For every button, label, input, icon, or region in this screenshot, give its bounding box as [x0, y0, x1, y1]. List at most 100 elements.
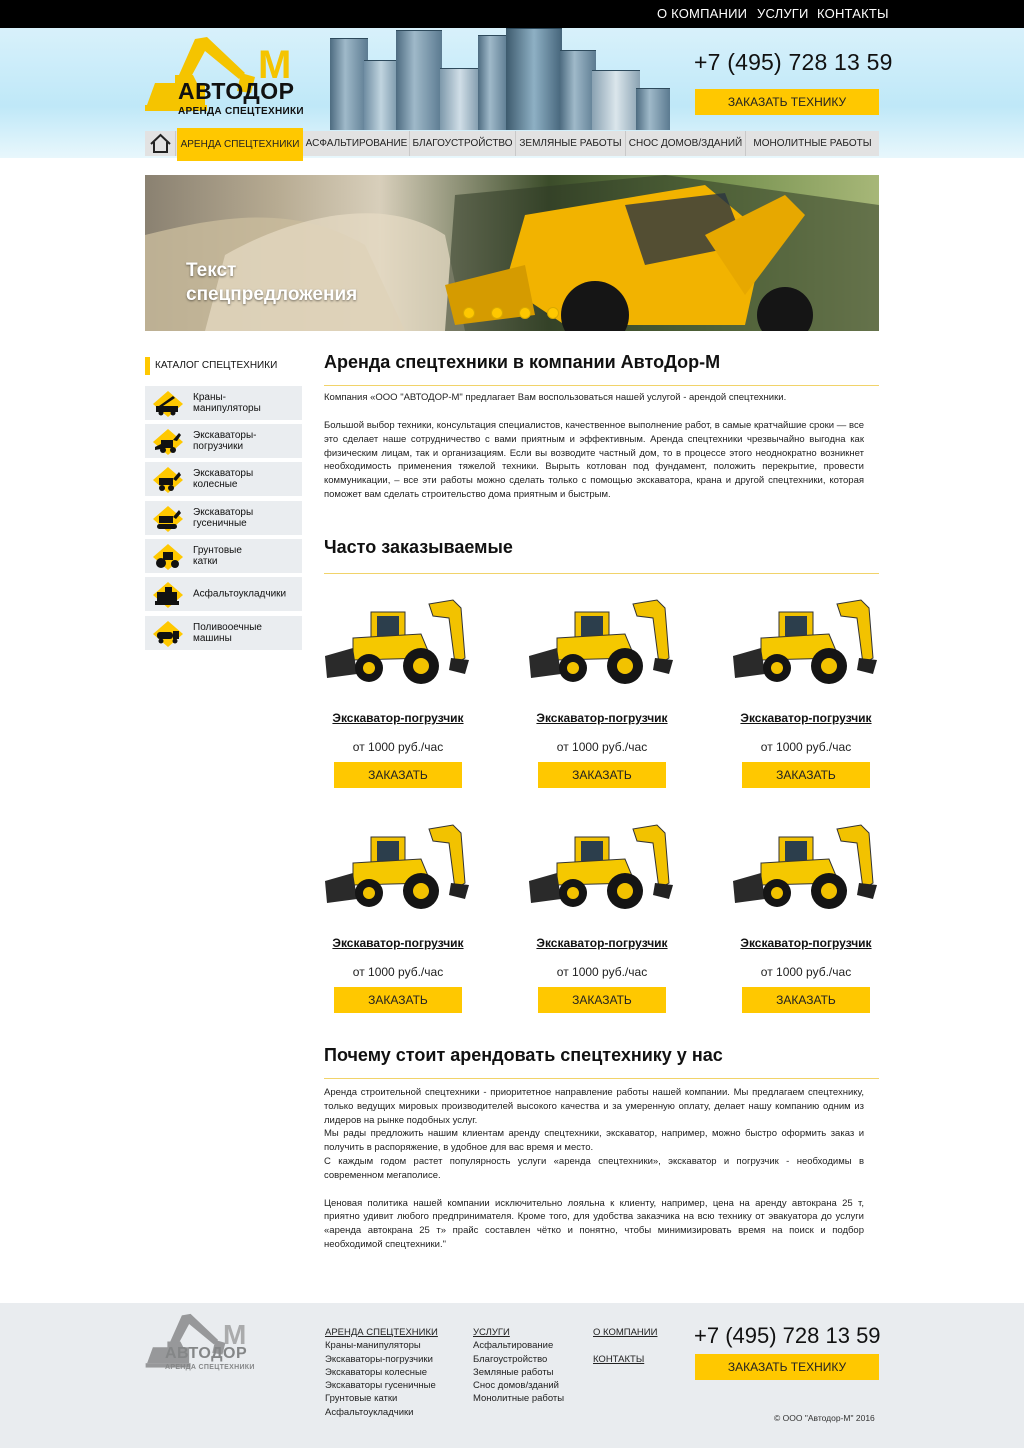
catalog-item-line-2: машины: [193, 633, 232, 644]
footer-rental-link[interactable]: Экскаваторы колесные: [325, 1366, 438, 1379]
catalog-item-line-1: Экскаваторы-: [193, 430, 257, 441]
product-card: Экскаватор-погрузчик от 1000 руб./час ЗАКА…: [318, 598, 478, 798]
footer-rental-link[interactable]: Грунтовые катки: [325, 1392, 438, 1405]
catalog-item[interactable]: Экскаваторы колесные: [145, 462, 302, 498]
popular-title: Часто заказываемые: [324, 537, 513, 557]
product-name-link[interactable]: Экскаватор-погрузчик: [726, 711, 886, 725]
catalog-item[interactable]: Грунтовые катки: [145, 539, 302, 575]
header-phone[interactable]: +7 (495) 728 13 59: [694, 49, 893, 76]
backhoe-loader-image: [325, 824, 469, 909]
catalog-item-line-1: Асфальтоукладчики: [193, 588, 287, 600]
popular-divider: [324, 573, 879, 574]
hero-promo-text: Текст спецпредложения: [186, 259, 357, 307]
catalog-item[interactable]: Поливооечные машины: [145, 616, 302, 652]
slider-dot-4[interactable]: [547, 307, 559, 319]
footer-services-title[interactable]: УСЛУГИ: [473, 1327, 510, 1338]
tracked-excavator-icon: [153, 506, 183, 532]
asphalt-paver-icon: [153, 582, 183, 608]
product-price: от 1000 руб./час: [352, 740, 444, 754]
footer-contacts-link[interactable]: КОНТАКТЫ: [593, 1353, 657, 1366]
topnav-about-link[interactable]: О КОМПАНИИ: [657, 6, 747, 21]
catalog-item-line-2: погрузчики: [193, 441, 244, 452]
footer-rental-title[interactable]: АРЕНДА СПЕЦТЕХНИКИ: [325, 1327, 438, 1338]
catalog-item-label: Краны-манипуляторы: [193, 392, 261, 414]
order-button[interactable]: ЗАКАЗАТЬ: [538, 762, 666, 788]
topnav-contacts-link[interactable]: КОНТАКТЫ: [817, 6, 889, 21]
footer-rental-link[interactable]: Экскаваторы гусеничные: [325, 1379, 438, 1392]
catalog-item-label: Асфальтоукладчики: [193, 589, 286, 600]
footer-logo[interactable]: АВТОДОР М АРЕНДА СПЕЦТЕХНИКИ: [145, 1311, 255, 1375]
footer-rental-link[interactable]: Асфальтоукладчики: [325, 1406, 438, 1419]
catalog-item[interactable]: Асфальтоукладчики: [145, 577, 302, 613]
footer-phone[interactable]: +7 (495) 728 13 59: [694, 1323, 881, 1349]
order-button[interactable]: ЗАКАЗАТЬ: [538, 987, 666, 1013]
order-button[interactable]: ЗАКАЗАТЬ: [742, 987, 870, 1013]
product-name-link[interactable]: Экскаватор-погрузчик: [522, 936, 682, 950]
product-price: от 1000 руб./час: [556, 740, 648, 754]
slider-dot-3[interactable]: [519, 307, 531, 319]
product-name-link[interactable]: Экскаватор-погрузчик: [522, 711, 682, 725]
menu-item-rental[interactable]: АРЕНДА СПЕЦТЕХНИКИ: [177, 128, 303, 161]
catalog-item-label: Поливооечные машины: [193, 622, 262, 644]
catalog-item-line-2: колесные: [193, 479, 238, 490]
order-button[interactable]: ЗАКАЗАТЬ: [742, 762, 870, 788]
order-button[interactable]: ЗАКАЗАТЬ: [334, 762, 462, 788]
footer-logo-subtitle: АРЕНДА СПЕЦТЕХНИКИ: [165, 1364, 255, 1371]
menu-item-monolithic[interactable]: МОНОЛИТНЫЕ РАБОТЫ: [746, 131, 879, 156]
backhoe-loader-image: [733, 599, 877, 684]
catalog-item-line-1: Краны-: [193, 392, 226, 403]
city-skyline-image: [330, 28, 670, 130]
footer-col-rental: АРЕНДА СПЕЦТЕХНИКИ Краны-манипуляторы Экс…: [325, 1326, 438, 1419]
backhoe-loader-image: [733, 824, 877, 909]
menu-item-landscaping[interactable]: БЛАГОУСТРОЙСТВО: [410, 131, 516, 156]
slider-dot-1[interactable]: [463, 307, 475, 319]
catalog-item-label: Экскаваторы-погрузчики: [193, 430, 256, 452]
footer-service-link[interactable]: Асфальтирование: [473, 1339, 564, 1352]
menu-item-asphalt[interactable]: АСФАЛЬТИРОВАНИЕ: [304, 131, 410, 156]
body-paragraph: Большой выбор техники, консультация спец…: [324, 420, 864, 500]
catalog-item[interactable]: Экскаваторы гусеничные: [145, 501, 302, 537]
topnav-services-link[interactable]: УСЛУГИ: [757, 6, 809, 21]
footer: АВТОДОР М АРЕНДА СПЕЦТЕХНИКИ АРЕНДА СПЕЦ…: [0, 1303, 1024, 1448]
why-text: Аренда строительной спецтехники - приори…: [324, 1086, 864, 1252]
catalog-item[interactable]: Краны-манипуляторы: [145, 386, 302, 422]
watering-truck-icon: [153, 621, 183, 647]
logo[interactable]: АВТОДОР М АРЕНДА СПЕЦТЕХНИКИ: [145, 33, 305, 121]
logo-letter-m: М: [258, 43, 292, 87]
product-price: от 1000 руб./час: [352, 965, 444, 979]
catalog-title: КАТАЛОГ СПЕЦТЕХНИКИ: [145, 357, 302, 375]
footer-order-button[interactable]: ЗАКАЗАТЬ ТЕХНИКУ: [695, 1354, 879, 1380]
menu-item-earthworks[interactable]: ЗЕМЛЯНЫЕ РАБОТЫ: [516, 131, 626, 156]
slider-dot-2[interactable]: [491, 307, 503, 319]
menu-item-demolition[interactable]: СНОС ДОМОВ/ЗДАНИЙ: [626, 131, 746, 156]
catalog-item-label: Экскаваторы гусеничные: [193, 507, 253, 529]
footer-rental-link[interactable]: Экскаваторы-погрузчики: [325, 1353, 438, 1366]
footer-service-link[interactable]: Монолитные работы: [473, 1392, 564, 1405]
footer-service-link[interactable]: Земляные работы: [473, 1366, 564, 1379]
footer-logo-letter: М: [223, 1319, 247, 1350]
main-menu: АРЕНДА СПЕЦТЕХНИКИ АСФАЛЬТИРОВАНИЕ БЛАГО…: [145, 128, 879, 161]
crane-truck-icon: [153, 391, 183, 417]
product-name-link[interactable]: Экскаватор-погрузчик: [318, 711, 478, 725]
catalog-item-line-2: манипуляторы: [193, 403, 261, 414]
footer-rental-link[interactable]: Краны-манипуляторы: [325, 1339, 438, 1352]
top-bar: О КОМПАНИИ УСЛУГИ КОНТАКТЫ: [0, 0, 1024, 28]
product-name-link[interactable]: Экскаватор-погрузчик: [318, 936, 478, 950]
order-button[interactable]: ЗАКАЗАТЬ: [334, 987, 462, 1013]
product-card: Экскаватор-погрузчик от 1000 руб./час ЗАКА…: [726, 598, 886, 798]
home-button[interactable]: [145, 131, 176, 156]
order-equipment-button[interactable]: ЗАКАЗАТЬ ТЕХНИКУ: [695, 89, 879, 115]
footer-about-link[interactable]: О КОМПАНИИ: [593, 1326, 657, 1339]
catalog-item-line-2: гусеничные: [193, 518, 247, 529]
hero-line-1: Текст: [186, 260, 237, 281]
footer-service-link[interactable]: Благоустройство: [473, 1353, 564, 1366]
footer-service-link[interactable]: Снос домов/зданий: [473, 1379, 564, 1392]
product-name-link[interactable]: Экскаватор-погрузчик: [726, 936, 886, 950]
hero-excavator-image: [145, 175, 879, 331]
product-card: Экскаватор-погрузчик от 1000 руб./час ЗАКА…: [726, 823, 886, 1023]
product-price: от 1000 руб./час: [760, 740, 852, 754]
catalog-item-label: Грунтовые катки: [193, 545, 242, 567]
catalog-item[interactable]: Экскаваторы-погрузчики: [145, 424, 302, 460]
wheeled-excavator-icon: [153, 467, 183, 493]
why-paragraph-2: Мы рады предложить нашим клиентам аренду…: [324, 1128, 864, 1154]
